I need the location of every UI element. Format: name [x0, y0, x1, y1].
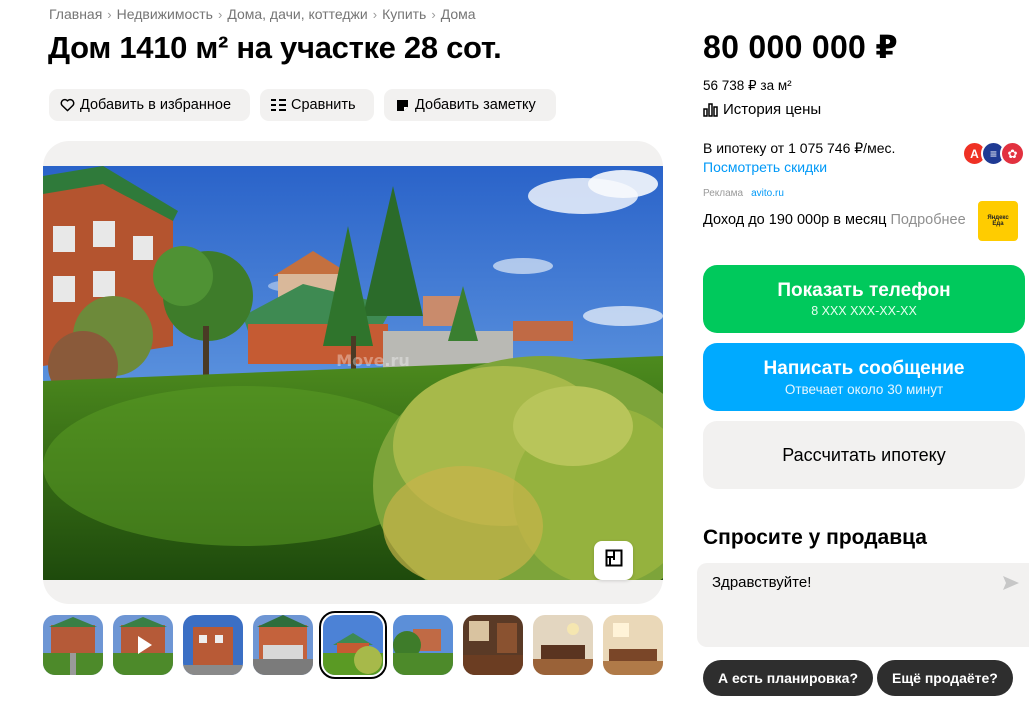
thumbnail[interactable]	[463, 615, 523, 675]
breadcrumb-separator: ›	[217, 6, 223, 22]
thumbnail[interactable]	[603, 615, 663, 675]
price-per-m2: 56 738 ₽ за м²	[703, 78, 792, 93]
photo-gallery: Move.ru	[43, 141, 663, 604]
show-phone-button[interactable]: Показать телефон 8 XXX XXX-XX-XX	[703, 265, 1025, 333]
breadcrumb-separator: ›	[431, 6, 436, 22]
quick-reply-floorplan[interactable]: А есть планировка?	[703, 660, 873, 696]
floorplan-icon	[605, 549, 623, 572]
bank-logos: А ≡ ✿	[962, 141, 1025, 166]
compare-label: Сравнить	[291, 97, 356, 113]
breadcrumb-item-buy[interactable]: Купить	[382, 6, 426, 22]
mortgage-text: В ипотеку от 1 075 746 ₽/мес.	[703, 140, 896, 156]
ask-seller-input[interactable]: Здравствуйте!	[712, 574, 811, 591]
mortgage-info: В ипотеку от 1 075 746 ₽/мес. Посмотреть…	[703, 139, 895, 177]
ad-label: Реклама avito.ru	[703, 188, 784, 199]
quick-reply-still-selling[interactable]: Ещё продаёте?	[877, 660, 1013, 696]
floorplan-button[interactable]	[594, 541, 633, 580]
bank-logo: ✿	[1000, 141, 1025, 166]
page-title: Дом 1410 м² на участке 28 сот.	[48, 30, 502, 65]
play-icon	[138, 636, 152, 654]
thumbnail-video[interactable]	[113, 615, 173, 675]
response-time: Отвечает около 30 минут	[784, 381, 944, 397]
send-icon[interactable]	[1002, 575, 1020, 596]
thumbnail[interactable]	[43, 615, 103, 675]
thumbnail[interactable]	[533, 615, 593, 675]
listing-actions: Добавить в избранное Сравнить Добавить з…	[49, 89, 556, 121]
add-note-label: Добавить заметку	[415, 97, 536, 113]
calculate-mortgage-button[interactable]: Рассчитать ипотеку	[703, 421, 1025, 489]
phone-mask: 8 XXX XXX-XX-XX	[811, 304, 917, 318]
chart-icon	[703, 102, 718, 117]
ask-seller-field[interactable]: Здравствуйте!	[697, 563, 1029, 647]
price: 80 000 000 ₽	[703, 29, 898, 65]
view-discounts-link[interactable]: Посмотреть скидки	[703, 158, 895, 177]
write-message-label: Написать сообщение	[763, 357, 965, 379]
thumbnail-active[interactable]	[319, 611, 387, 679]
thumbnail[interactable]	[183, 615, 243, 675]
ad-more-link[interactable]: Подробнее	[890, 212, 965, 228]
price-history-link[interactable]: История цены	[703, 101, 821, 118]
price-history-label: История цены	[723, 101, 822, 118]
ad-banner[interactable]: Доход до 190 000р в месяц Подробнее	[703, 212, 966, 228]
calculate-mortgage-label: Рассчитать ипотеку	[782, 444, 946, 465]
thumbnail[interactable]	[393, 615, 453, 675]
ask-seller-title: Спросите у продавца	[703, 526, 927, 549]
note-icon	[394, 97, 410, 113]
svg-text:Move.ru: Move.ru	[336, 351, 410, 370]
compare-icon	[270, 97, 286, 113]
add-note-button[interactable]: Добавить заметку	[384, 89, 556, 121]
breadcrumb-item-realty[interactable]: Недвижимость	[117, 6, 213, 22]
breadcrumb-separator: ›	[107, 6, 112, 22]
show-phone-label: Показать телефон	[777, 280, 951, 301]
breadcrumb-item-houses[interactable]: Дома, дачи, коттеджи	[227, 6, 367, 22]
ad-domain[interactable]: avito.ru	[751, 188, 784, 199]
yandex-eda-logo[interactable]: Яндекс Еда	[978, 201, 1018, 241]
breadcrumb-separator: ›	[372, 6, 378, 22]
main-photo[interactable]: Move.ru	[43, 166, 663, 580]
add-to-favorites-label: Добавить в избранное	[80, 97, 232, 113]
compare-button[interactable]: Сравнить	[260, 89, 374, 121]
heart-icon	[59, 97, 75, 113]
ad-label-text: Реклама	[703, 188, 744, 199]
thumbnail-strip	[43, 611, 663, 679]
add-to-favorites-button[interactable]: Добавить в избранное	[49, 89, 250, 121]
breadcrumb-item-homes[interactable]: Дома	[441, 6, 476, 22]
write-message-button[interactable]: Написать сообщение Отвечает около 30 мин…	[703, 343, 1025, 411]
ad-text: Доход до 190 000р в месяц	[703, 212, 887, 228]
breadcrumb: Главная › Недвижимость › Дома, дачи, кот…	[49, 6, 476, 22]
ad-logo-text: Еда	[992, 221, 1004, 227]
breadcrumb-item-home[interactable]: Главная	[49, 6, 102, 22]
thumbnail[interactable]	[253, 615, 313, 675]
